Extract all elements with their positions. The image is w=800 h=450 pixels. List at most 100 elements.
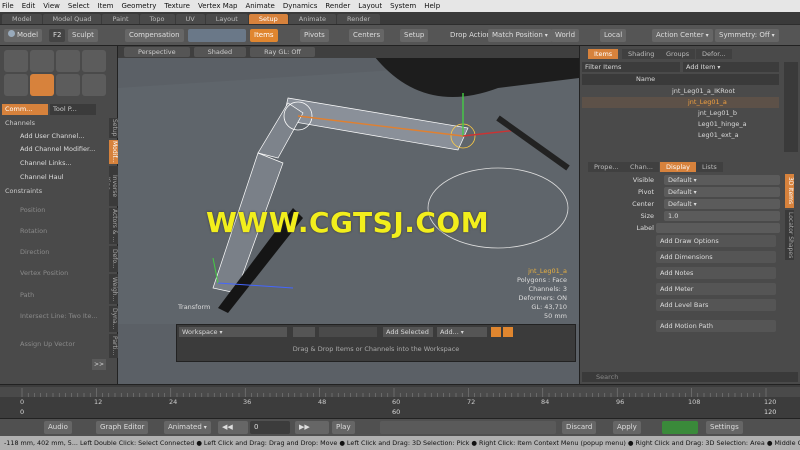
tab-tool-properties[interactable]: Tool P... [50, 104, 96, 115]
tab-lists[interactable]: Lists [696, 162, 723, 172]
match-position-dropdown[interactable]: Match Position [488, 29, 552, 42]
action-center-dropdown[interactable]: Action Center [652, 29, 713, 42]
vtab-modifiers[interactable]: Modif... [109, 140, 118, 164]
menu-file[interactable]: File [2, 2, 14, 10]
tab-items-list[interactable]: Items [588, 49, 619, 59]
light-tool-icon[interactable] [82, 50, 106, 72]
add-level-bars-button[interactable]: Add Level Bars [656, 299, 776, 311]
tab-setup[interactable]: Setup [248, 14, 288, 24]
transform-tool-icon[interactable] [4, 50, 28, 72]
active-tool-icon[interactable] [30, 74, 54, 96]
menu-geometry[interactable]: Geometry [121, 2, 156, 10]
menu-select[interactable]: Select [68, 2, 90, 10]
constraint-rotation[interactable]: Rotation [4, 225, 104, 237]
timeline[interactable]: 0 12 24 36 48 60 72 84 96 108 120 0 60 1… [0, 384, 800, 418]
add-tool-icon[interactable] [82, 74, 106, 96]
audio-button[interactable]: Audio [44, 421, 72, 434]
vtab-weights[interactable]: Weigh... [109, 274, 118, 304]
graph-editor-button[interactable]: Graph Editor [96, 421, 149, 434]
menu-layout[interactable]: Layout [358, 2, 382, 10]
more-tabs-button[interactable]: >> [92, 359, 106, 370]
menu-animate[interactable]: Animate [245, 2, 274, 10]
add-user-channel-button[interactable]: Add User Channel... [4, 130, 104, 142]
constraint-path[interactable]: Path [4, 289, 104, 301]
constraint-intersect-line[interactable]: Intersect Line: Two Ite... [4, 310, 104, 322]
search-input[interactable]: Search [582, 372, 798, 382]
vtab-inverse-kinematics[interactable]: Inverse Kine... [109, 166, 118, 206]
discard-button[interactable]: Discard [562, 421, 597, 434]
selection-mode-icons[interactable] [188, 29, 246, 42]
visible-dropdown[interactable]: Default [664, 175, 780, 185]
step-back-buttons[interactable]: ◀◀ [218, 421, 248, 434]
menu-dynamics[interactable]: Dynamics [283, 2, 318, 10]
tab-display[interactable]: Display [660, 162, 696, 172]
menu-render[interactable]: Render [325, 2, 350, 10]
model-button[interactable]: Model [4, 29, 43, 42]
add-dropdown[interactable]: Add... [437, 327, 487, 337]
add-motion-path-button[interactable]: Add Motion Path [656, 320, 776, 332]
filter-items-dropdown[interactable]: Filter Items [582, 62, 680, 72]
vtab-setup[interactable]: Setup [109, 118, 118, 138]
vtab-locator-shapes[interactable]: Locator Shapes [785, 210, 794, 260]
constraint-direction[interactable]: Direction [4, 246, 104, 258]
world-button[interactable]: World [551, 29, 580, 42]
joint-tool-icon[interactable] [30, 50, 54, 72]
center-dropdown[interactable]: Default [664, 199, 780, 209]
orange-node-icon[interactable] [491, 327, 501, 337]
record-play-icons[interactable] [662, 421, 698, 434]
menu-system[interactable]: System [390, 2, 416, 10]
channel-links-button[interactable]: Channel Links... [4, 157, 104, 169]
centers-button[interactable]: Centers [349, 29, 385, 42]
tab-paint[interactable]: Paint [102, 14, 139, 24]
vtab-actors[interactable]: Actors & ... [109, 208, 118, 244]
add-draw-options-button[interactable]: Add Draw Options [656, 235, 776, 247]
menu-texture[interactable]: Texture [164, 2, 190, 10]
size-input[interactable]: 1.0 [664, 211, 780, 221]
vtab-dynamics[interactable]: Dyna... [109, 306, 118, 332]
sculpt-button[interactable]: Sculpt [68, 29, 98, 42]
tab-render[interactable]: Render [337, 14, 381, 24]
shading-button[interactable]: Shaded [193, 47, 247, 57]
assign-up-vector-button[interactable]: Assign Up Vector [4, 338, 104, 350]
add-notes-button[interactable]: Add Notes [656, 267, 776, 279]
symmetry-dropdown[interactable]: Symmetry: Off [715, 29, 779, 42]
workspace-dropdown[interactable]: Workspace [179, 327, 287, 337]
apply-button[interactable]: Apply [613, 421, 641, 434]
pivots-button[interactable]: Pivots [300, 29, 329, 42]
tab-channels[interactable]: Chan... [624, 162, 659, 172]
compensation-button[interactable]: Compensation [125, 29, 184, 42]
vtab-3d-items[interactable]: 3D Items [785, 174, 794, 208]
label-input[interactable] [656, 223, 780, 233]
tree-item-leg01-b[interactable]: jnt_Leg01_b [582, 108, 779, 119]
vtab-deformers[interactable]: Defo... [109, 246, 118, 272]
menu-help[interactable]: Help [424, 2, 440, 10]
menu-item[interactable]: Item [98, 2, 114, 10]
tab-animate[interactable]: Animate [288, 14, 337, 24]
locator-tool-icon[interactable] [56, 74, 80, 96]
tab-model-quad[interactable]: Model Quad [42, 14, 102, 24]
3d-viewport[interactable]: Perspective Shaded Ray GL: Off WWW.CGTSJ… [118, 46, 579, 384]
key-tools-icons[interactable] [380, 421, 556, 434]
add-dimensions-button[interactable]: Add Dimensions [656, 251, 776, 263]
tab-deformers[interactable]: Defor... [696, 49, 732, 59]
tree-item-leg01-a[interactable]: jnt_Leg01_a [582, 97, 779, 108]
animated-dropdown[interactable]: Animated [164, 421, 211, 434]
pivot-dropdown[interactable]: Default [664, 187, 780, 197]
setup-button[interactable]: Setup [400, 29, 429, 42]
add-meter-button[interactable]: Add Meter [656, 283, 776, 295]
grid-view-icon[interactable] [293, 327, 315, 337]
f2-button[interactable]: F2 [49, 29, 66, 42]
tab-uv[interactable]: UV [175, 14, 205, 24]
workspace-tools-icons[interactable] [319, 327, 377, 337]
ik-tool-icon[interactable] [4, 74, 28, 96]
tab-groups[interactable]: Groups [660, 49, 696, 59]
tab-commands[interactable]: Comm... [2, 104, 48, 115]
menu-edit[interactable]: Edit [22, 2, 36, 10]
tree-item-hinge-a[interactable]: Leg01_hinge_a [582, 119, 779, 130]
tab-model[interactable]: Model [2, 14, 42, 24]
local-button[interactable]: Local [600, 29, 627, 42]
ray-gl-button[interactable]: Ray GL: Off [250, 47, 315, 57]
frame-input[interactable]: 0 [250, 421, 290, 434]
play-button[interactable]: Play [332, 421, 355, 434]
step-forward-buttons[interactable]: ▶▶ [295, 421, 329, 434]
